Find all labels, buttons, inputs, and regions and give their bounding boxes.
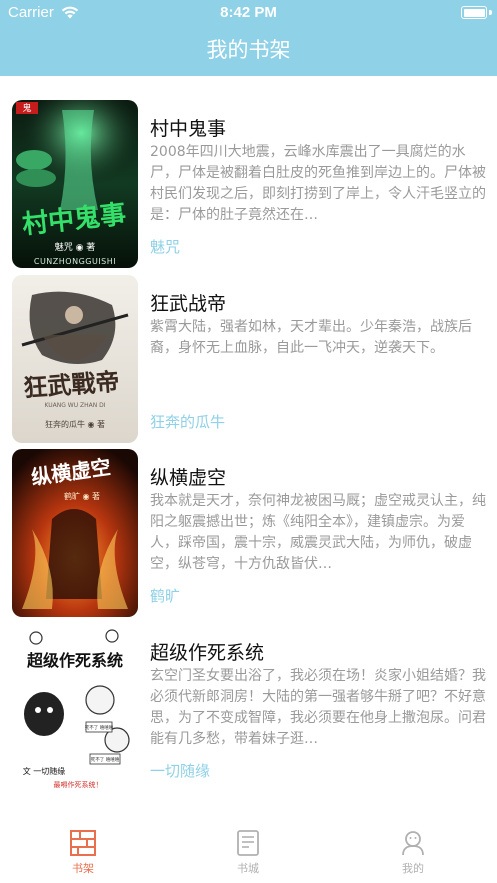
page-title: 我的书架 <box>206 38 291 62</box>
cover-pinyin-text: KUANG WU ZHAN DI <box>44 402 105 409</box>
tab-label: 书架 <box>72 862 94 875</box>
book-row-1[interactable]: 鬼 村中鬼事 魅咒 ◉ 著 CUNZHONGGUISHI 村中鬼事 2008年四… <box>0 100 497 272</box>
book-title: 村中鬼事 <box>150 118 227 140</box>
book-description: 我本就是天才，奈何神龙被困马厩；虚空戒灵认主，纯阳之躯震撼出世；炼《纯阳全本》，… <box>150 493 486 572</box>
book-author: 狂奔的瓜牛 <box>150 413 226 431</box>
battery-icon <box>461 6 487 19</box>
book-row-4[interactable]: 超级作死系统 死不了 嘻嘻嘻 死不了 嘻嘻嘻 文 一切随缘 最嘚作死系统！ 超级… <box>0 624 497 796</box>
clock: 8:42 PM <box>220 4 277 21</box>
battery-cap <box>489 10 492 15</box>
book-title: 狂武战帝 <box>150 293 227 315</box>
tab-bookshelf[interactable]: 书架 <box>38 828 128 876</box>
tab-bar: 书架 书城 我的 <box>0 822 497 883</box>
cover-author-text: 鹤旷 ◉ 著 <box>64 491 100 501</box>
cover-pinyin-text: CUNZHONGGUISHI <box>34 257 116 266</box>
cover-author-text: 魅咒 ◉ 著 <box>55 241 96 253</box>
book-cover-2[interactable]: 狂武戰帝 KUANG WU ZHAN DI 狂奔的瓜牛 ◉ 著 <box>12 275 138 443</box>
book-cover-3[interactable]: 纵横虚空 鹤旷 ◉ 著 <box>12 449 138 617</box>
cover-author-text: 狂奔的瓜牛 ◉ 著 <box>45 419 105 429</box>
book-row-3[interactable]: 纵横虚空 鹤旷 ◉ 著 纵横虚空 我本就是天才，奈何神龙被困马厩；虚空戒灵认主，… <box>0 449 497 621</box>
book-author: 鹤旷 <box>150 587 181 605</box>
book-cover-1[interactable]: 鬼 村中鬼事 魅咒 ◉ 著 CUNZHONGGUISHI <box>12 100 138 268</box>
book-cover-4[interactable]: 超级作死系统 死不了 嘻嘻嘻 死不了 嘻嘻嘻 文 一切随缘 最嘚作死系统！ <box>12 624 138 792</box>
cover-bubble-1: 死不了 嘻嘻嘻 <box>85 724 114 731</box>
book-description: 玄空门圣女要出浴了，我必须在场！炎家小姐结婚？我必须代新郎洞房！大陆的第一强者够… <box>150 668 486 747</box>
tab-label: 我的 <box>402 862 424 875</box>
status-bar: Carrier 8:42 PM <box>0 0 497 26</box>
cover-bubble-2: 死不了 嘻嘻嘻 <box>91 756 120 763</box>
tab-bookstore[interactable]: 书城 <box>203 828 293 876</box>
bookstore-icon <box>237 830 259 856</box>
nav-header: Carrier 8:42 PM 我的书架 <box>0 0 497 76</box>
cover-title-text: 超级作死系统 <box>26 651 123 670</box>
tab-profile[interactable]: 我的 <box>368 828 458 876</box>
profile-icon <box>402 831 424 856</box>
book-title: 纵横虚空 <box>150 467 227 489</box>
book-row-2[interactable]: 狂武戰帝 KUANG WU ZHAN DI 狂奔的瓜牛 ◉ 著 狂武战帝 紫霄大… <box>0 275 497 447</box>
bookshelf-icon <box>70 830 96 856</box>
cover-author-text: 文 一切随缘 <box>23 766 66 776</box>
book-author: 一切随缘 <box>150 762 211 780</box>
tab-label: 书城 <box>237 862 259 875</box>
book-description: 紫霄大陆，强者如林，天才辈出。少年秦浩，战族后裔，身怀无上血脉，自此一飞冲天，逆… <box>150 319 472 356</box>
book-description: 2008年四川大地震，云峰水库震出了一具腐烂的水尸，尸体是被翻着白肚皮的死鱼推到… <box>150 144 486 223</box>
cover-badge-text: 鬼 <box>22 102 31 114</box>
book-title: 超级作死系统 <box>150 642 265 664</box>
book-author: 魅咒 <box>150 238 181 256</box>
cover-tagline-text: 最嘚作死系统！ <box>54 780 103 789</box>
